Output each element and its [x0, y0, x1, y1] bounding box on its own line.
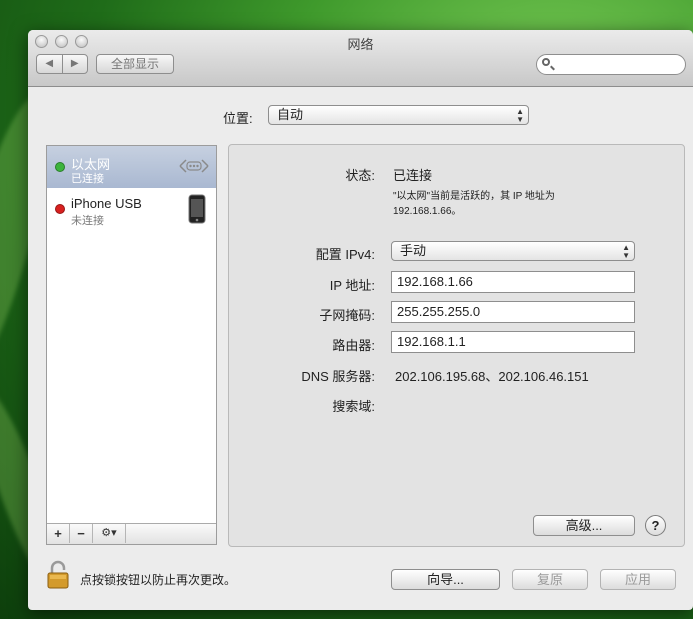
configure-ipv4-value: 手动: [400, 243, 427, 258]
subnet-mask-field[interactable]: 255.255.255.0: [391, 301, 635, 323]
assist-me-button[interactable]: 向导...: [391, 569, 500, 590]
service-item-ethernet[interactable]: 以太网 已连接: [47, 146, 216, 188]
search-domains-label: 搜索域:: [332, 399, 375, 414]
subnet-mask-label: 子网掩码:: [319, 308, 375, 323]
status-dot-red-icon: [55, 204, 65, 214]
add-service-button[interactable]: +: [47, 524, 70, 543]
ip-address-label: IP 地址:: [329, 278, 375, 293]
forward-button[interactable]: ▶: [63, 55, 88, 73]
remove-service-button[interactable]: −: [70, 524, 93, 543]
service-status: 已连接: [71, 173, 104, 185]
location-label: 位置:: [223, 111, 253, 126]
location-value: 自动: [277, 107, 304, 122]
dns-server-value[interactable]: 202.106.195.68、202.106.46.151: [395, 366, 589, 385]
titlebar: 网络 ◀ ▶ 全部显示: [28, 30, 693, 87]
status-label: 状态:: [345, 168, 375, 183]
dns-server-label: DNS 服务器:: [301, 369, 375, 384]
search-input[interactable]: [536, 54, 686, 75]
sidebar-toolbar: + − ⚙▾: [47, 523, 216, 544]
search-domains-value[interactable]: [391, 396, 635, 412]
status-description: "以太网"当前是活跃的，其 IP 地址为: [393, 191, 555, 202]
iphone-icon: [188, 194, 206, 227]
help-button[interactable]: ?: [645, 515, 666, 536]
status-value: 已连接: [393, 168, 433, 183]
search-icon: [542, 58, 550, 66]
router-field[interactable]: 192.168.1.1: [391, 331, 635, 353]
nav-back-forward: ◀ ▶: [36, 54, 88, 74]
popup-arrows-icon: ▲ ▼: [622, 243, 630, 260]
back-button[interactable]: ◀: [37, 55, 63, 73]
ip-address-field[interactable]: 192.168.1.66: [391, 271, 635, 293]
gear-menu-button[interactable]: ⚙▾: [93, 524, 126, 543]
network-preferences-window: 网络 ◀ ▶ 全部显示 位置: 自动 ▲ ▼ 以太网 已连接 iPhone US…: [28, 30, 693, 610]
location-popup[interactable]: 自动 ▲ ▼: [268, 105, 529, 125]
status-dot-green-icon: [55, 162, 65, 172]
lock-hint-text: 点按锁按钮以防止再次更改。: [80, 573, 237, 587]
ethernet-icon: [178, 154, 210, 181]
service-name: iPhone USB: [71, 196, 142, 211]
service-detail-panel: 状态: 已连接 "以太网"当前是活跃的，其 IP 地址为 192.168.1.6…: [228, 144, 685, 547]
configure-ipv4-label: 配置 IPv4:: [315, 247, 375, 262]
service-list: 以太网 已连接 iPhone USB 未连接 + − ⚙▾: [46, 145, 217, 545]
router-label: 路由器:: [332, 338, 375, 353]
apply-button[interactable]: 应用: [600, 569, 676, 590]
popup-arrows-icon: ▲ ▼: [516, 107, 524, 124]
window-title: 网络: [347, 37, 374, 52]
service-status: 未连接: [71, 215, 104, 227]
status-description-ip: 192.168.1.66。: [393, 206, 462, 217]
revert-button[interactable]: 复原: [512, 569, 588, 590]
show-all-button[interactable]: 全部显示: [96, 54, 174, 74]
service-item-iphone-usb[interactable]: iPhone USB 未连接: [47, 188, 216, 230]
configure-ipv4-popup[interactable]: 手动 ▲ ▼: [391, 241, 635, 261]
lock-icon[interactable]: [46, 560, 70, 590]
advanced-button[interactable]: 高级...: [533, 515, 635, 536]
